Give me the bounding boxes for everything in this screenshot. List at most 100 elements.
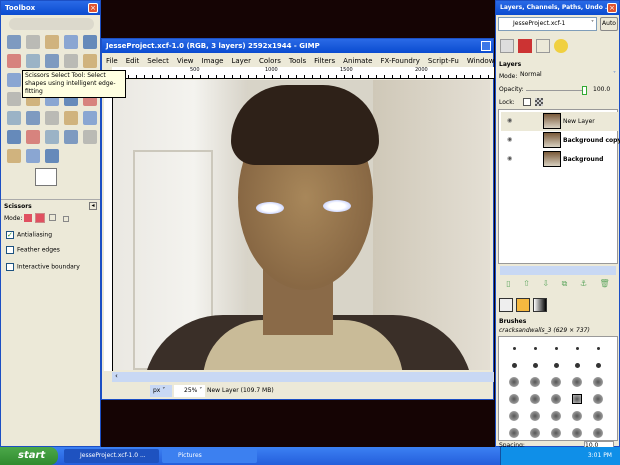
brush-preview[interactable] [551,411,561,421]
brush-preview[interactable] [551,377,561,387]
menu-animate[interactable]: Animate [343,57,372,65]
tool-icon[interactable] [7,111,21,125]
menu-filters[interactable]: Filters [314,57,335,65]
menu-colors[interactable]: Colors [259,57,281,65]
brushes-grid[interactable] [498,336,618,441]
brush-preview[interactable] [572,377,582,387]
tool-icon[interactable] [83,111,97,125]
tool-icon[interactable] [7,54,21,68]
lock-alpha-icon[interactable] [535,98,543,106]
brush-preview[interactable] [509,377,519,387]
interactive-boundary-checkbox[interactable]: Interactive boundary [6,263,80,271]
close-icon[interactable]: × [88,3,98,13]
raise-layer-icon[interactable]: ⇧ [523,279,530,289]
mode-subtract-icon[interactable] [49,214,56,221]
menu-layer[interactable]: Layer [231,57,251,65]
horizontal-scrollbar[interactable]: ‹ [112,372,494,382]
brush-preview[interactable] [533,346,537,350]
mode-select[interactable]: Normal ˅ [520,71,616,81]
brush-preview[interactable] [574,362,580,368]
scroll-left-icon[interactable]: ‹ [115,372,118,380]
taskbar-item-gimp[interactable]: JesseProject.xcf-1.0 ... [64,449,159,463]
brush-preview[interactable] [511,362,517,368]
new-layer-icon[interactable]: ▯ [506,279,510,289]
brush-preview[interactable] [530,377,540,387]
brushes-tab-icon[interactable] [499,298,513,312]
menu-edit[interactable]: Edit [126,57,140,65]
brush-preview[interactable] [509,428,519,438]
image-canvas[interactable] [113,80,490,370]
menu-file[interactable]: File [106,57,118,65]
tool-icon[interactable] [83,35,97,49]
brush-preview[interactable] [593,411,603,421]
gradients-tab-icon[interactable] [533,298,547,312]
tool-icon[interactable] [26,35,40,49]
auto-button[interactable]: Auto [600,17,618,31]
tool-icon[interactable] [45,35,59,49]
mode-replace-icon[interactable] [24,214,32,222]
anchor-layer-icon[interactable]: ⚓ [580,279,587,289]
tool-icon[interactable] [45,111,59,125]
duplicate-layer-icon[interactable]: ⧉ [562,279,568,289]
tool-icon[interactable] [64,54,78,68]
antialiasing-checkbox[interactable]: ✓ Antialiasing [6,231,52,239]
mode-add-icon[interactable] [35,213,45,223]
foreground-color[interactable] [35,168,57,186]
tool-icon[interactable] [7,92,21,106]
brush-preview[interactable] [512,346,516,350]
paths-tab-icon[interactable] [536,39,550,53]
tool-icon[interactable] [26,111,40,125]
menu-view[interactable]: View [177,57,194,65]
channels-tab-icon[interactable] [518,39,532,53]
eye-icon[interactable]: ◉ [507,155,512,162]
opacity-value[interactable]: 100.0 [593,86,610,93]
unit-select[interactable]: px ˅ [150,385,172,397]
zoom-select[interactable]: 25% ˅ [174,385,205,397]
undo-tab-icon[interactable] [554,39,568,53]
tool-icon[interactable] [64,35,78,49]
menu-select[interactable]: Select [147,57,169,65]
brush-preview[interactable] [593,377,603,387]
brush-preview[interactable] [572,394,582,404]
brush-preview[interactable] [530,428,540,438]
brush-preview[interactable] [509,411,519,421]
brush-preview[interactable] [551,394,561,404]
menu-tools[interactable]: Tools [289,57,306,65]
layer-row[interactable]: ◉ New Layer [501,112,619,131]
delete-layer-icon[interactable]: 🗑 [600,279,610,289]
brush-preview[interactable] [572,428,582,438]
menu-image[interactable]: Image [202,57,224,65]
eye-icon[interactable]: ◉ [507,136,512,143]
brush-preview[interactable] [530,411,540,421]
brush-preview[interactable] [572,411,582,421]
mode-intersect-icon[interactable] [63,216,69,222]
lower-layer-icon[interactable]: ⇩ [542,279,549,289]
tool-icon[interactable] [26,130,40,144]
tool-icon[interactable] [64,111,78,125]
menu-fx-foundry[interactable]: FX-Foundry [381,57,420,65]
layers-scrollbar[interactable] [500,266,616,275]
color-swatches[interactable] [35,168,68,196]
menu-icon[interactable]: ◂ [89,202,97,210]
lock-pixels-checkbox[interactable] [523,98,531,106]
brush-preview[interactable] [509,394,519,404]
brush-preview[interactable] [593,394,603,404]
feather-checkbox[interactable]: Feather edges [6,246,60,254]
tool-icon[interactable] [7,130,21,144]
brush-preview[interactable] [553,362,559,368]
layer-row[interactable]: ◉ Background copy [501,131,620,150]
tool-icon[interactable] [64,130,78,144]
opacity-slider[interactable] [526,86,587,95]
tool-icon[interactable] [45,149,59,163]
tool-icon[interactable] [45,130,59,144]
brush-preview[interactable] [551,428,561,438]
menu-script-fu[interactable]: Script-Fu [428,57,459,65]
tool-icon[interactable] [83,130,97,144]
minimize-icon[interactable] [481,41,491,51]
eye-icon[interactable]: ◉ [507,117,512,124]
layer-row[interactable]: ◉ Background [501,150,619,169]
menu-windows[interactable]: Windows [467,57,498,65]
close-icon[interactable]: × [607,3,617,13]
tool-icon[interactable] [26,54,40,68]
image-select[interactable]: JesseProject.xcf-1 ˅ [498,17,597,31]
